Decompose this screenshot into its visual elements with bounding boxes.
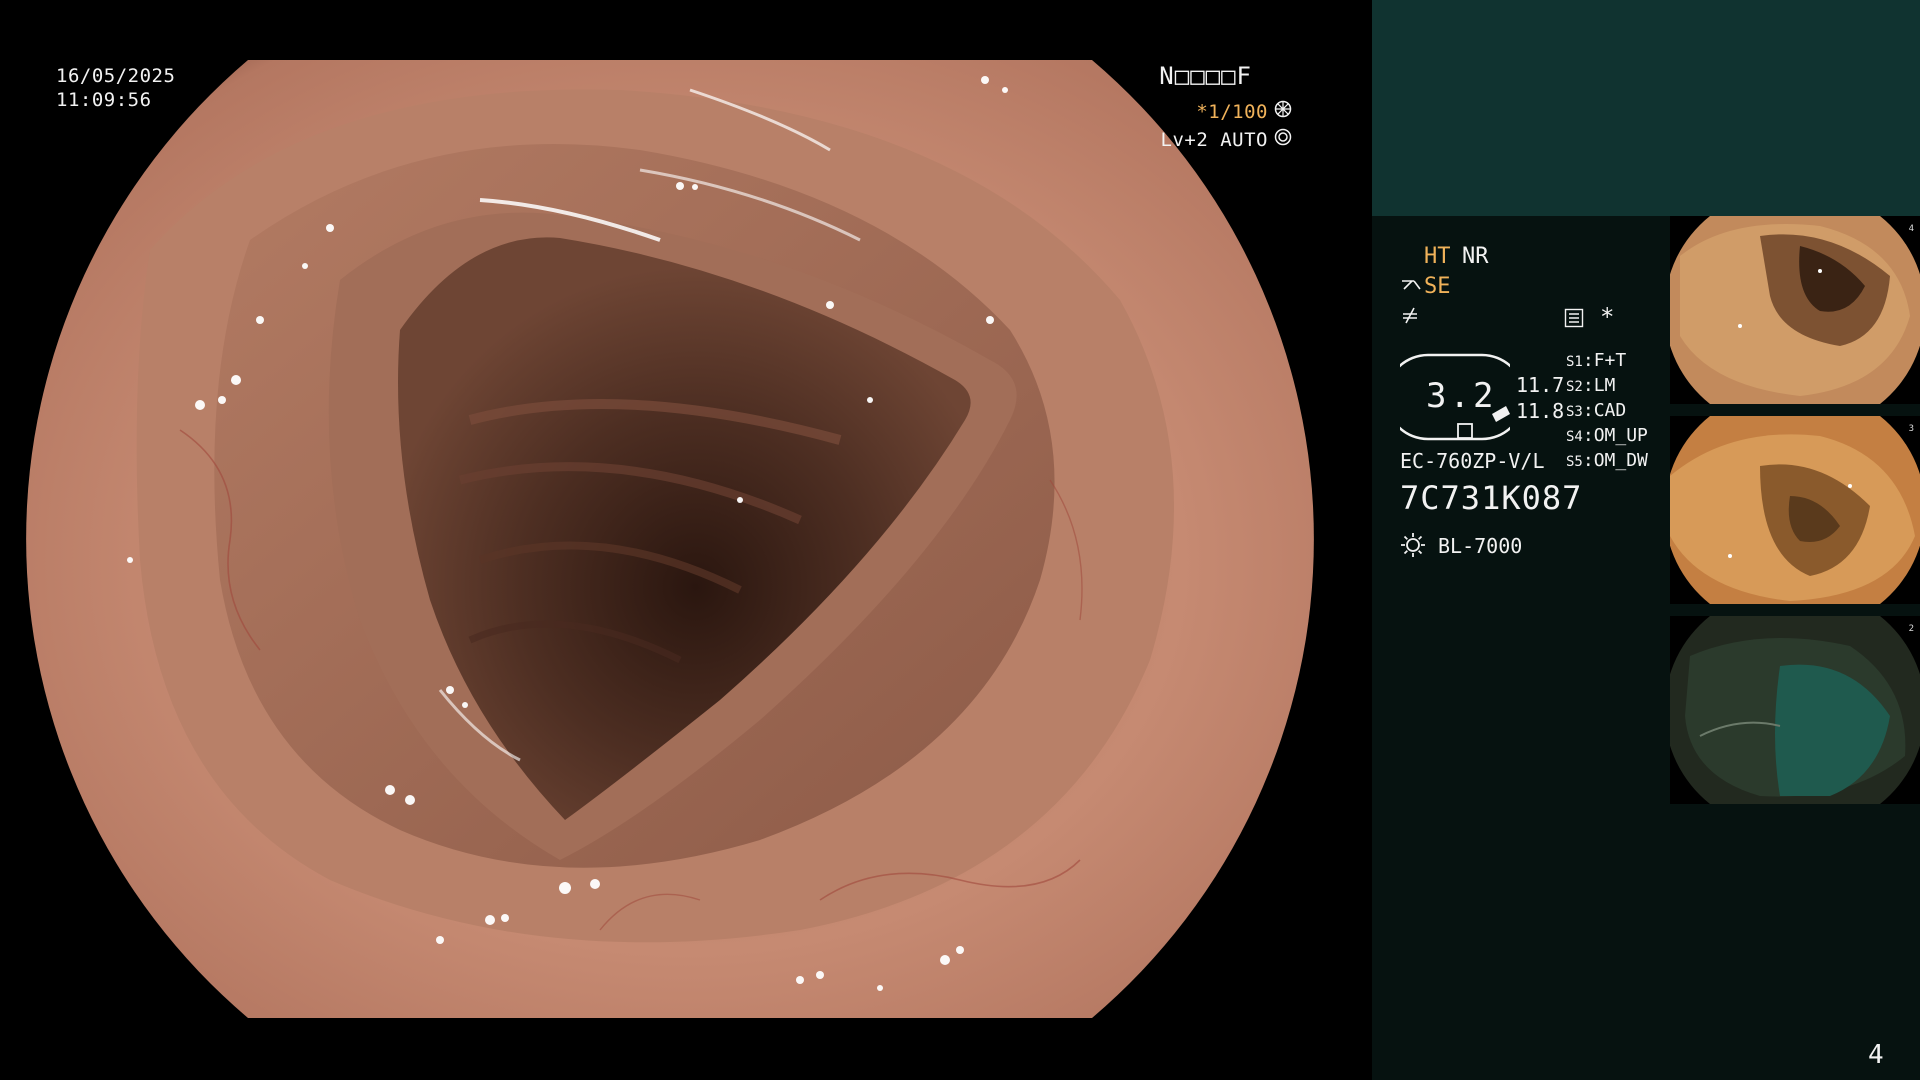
endoscopic-view: 16/05/2025 11:09:56 N□□□□F *1/100 Lv+2 A…	[0, 0, 1372, 1080]
switch-value: OM_DW	[1593, 450, 1648, 471]
thumbnail-number: 4	[1908, 224, 1914, 234]
edge-enhance-icon	[1400, 305, 1420, 325]
switch-s1: S1:F+T	[1566, 350, 1627, 371]
se-indicator: SE	[1424, 274, 1451, 299]
shutter-speed: *1/100	[1196, 101, 1268, 123]
switch-key: S4	[1566, 429, 1583, 445]
thumbnail-image	[1670, 416, 1920, 604]
patient-id-field: N□□□□F	[1159, 62, 1252, 90]
switch-key: S5	[1566, 454, 1583, 470]
exam-time: 11:09:56	[56, 89, 152, 111]
iris-level: Lv+2 AUTO	[1160, 129, 1268, 151]
structure-enhance-icon	[1400, 275, 1422, 297]
thumbnail-number: 2	[1908, 624, 1914, 634]
switch-key: S1	[1566, 354, 1583, 370]
iris-icon	[1274, 128, 1292, 152]
switch-s5: S5:OM_DW	[1566, 450, 1648, 471]
nr-indicator: NR	[1462, 244, 1489, 269]
capture-thumbnail[interactable]: 3	[1670, 416, 1920, 604]
thumbnail-image	[1670, 216, 1920, 404]
zoom-min-value: 11.7	[1516, 373, 1565, 397]
switch-s2: S2:LM	[1566, 375, 1616, 396]
exam-date: 16/05/2025	[56, 65, 176, 87]
switch-s3: S3:CAD	[1566, 400, 1627, 421]
panel-header-area	[1372, 0, 1920, 216]
scope-serial: 7C731K087	[1400, 479, 1583, 517]
switch-s4: S4:OM_UP	[1566, 425, 1648, 446]
thumbnail-number: 3	[1908, 424, 1914, 434]
colon-lumen-image	[26, 60, 1314, 1018]
light-source-icon	[1400, 532, 1426, 558]
switch-key: S2	[1566, 379, 1583, 395]
switch-value: LM	[1593, 375, 1616, 396]
ht-indicator: HT	[1424, 244, 1451, 269]
switch-key: S3	[1566, 404, 1583, 420]
switch-value: F+T	[1593, 350, 1627, 371]
asterisk-marker: *	[1600, 303, 1615, 331]
light-source-model: BL-7000	[1438, 534, 1523, 558]
capture-thumbnail[interactable]: 4	[1670, 216, 1920, 404]
page-number: 4	[1868, 1040, 1884, 1070]
switch-value: OM_UP	[1593, 425, 1648, 446]
thumbnail-image	[1670, 616, 1920, 804]
capture-thumbnail[interactable]: 2	[1670, 616, 1920, 804]
switch-value: CAD	[1593, 400, 1627, 421]
scope-model: EC-760ZP-V/L	[1400, 449, 1545, 473]
zoom-value: 3.2	[1426, 376, 1497, 416]
aperture-icon	[1274, 100, 1292, 124]
zoom-max-value: 11.8	[1516, 399, 1565, 423]
settings-list-icon	[1564, 308, 1584, 328]
endoscopy-screen: 16/05/2025 11:09:56 N□□□□F *1/100 Lv+2 A…	[0, 0, 1920, 1080]
